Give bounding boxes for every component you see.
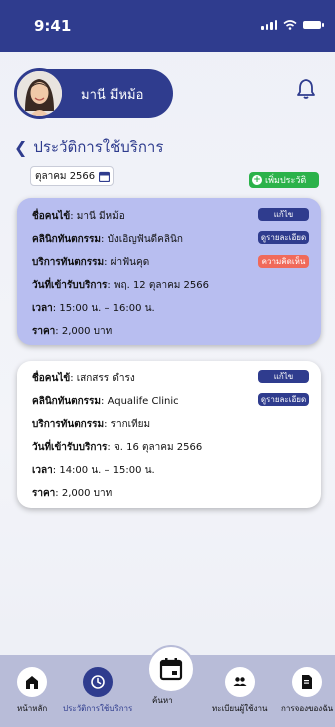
date-row: วันที่เข้ารับบริการ: จ. 16 ตุลาคม 2566 <box>32 442 203 453</box>
home-icon <box>17 667 48 697</box>
nav-home-label: หน้าหลัก <box>17 704 48 713</box>
history-card[interactable]: ชื่อคนไข้: เสกสรร ดำรง คลินิกทันตกรรม: A… <box>17 361 321 508</box>
price-row: ราคา: 2,000 บาท <box>32 488 113 499</box>
calendar-icon <box>99 171 111 182</box>
profile-chip[interactable]: มานี มีหม้อ <box>14 68 173 119</box>
edit-button[interactable]: แก้ไข <box>258 208 309 221</box>
users-icon <box>224 667 255 697</box>
clinic-row: คลินิกทันตกรรม: บังเอิญฟันดีคลินิก <box>32 234 183 245</box>
nav-booking-label: การจองของฉัน <box>281 704 334 713</box>
detail-button[interactable]: ดูรายละเอียด <box>258 393 309 406</box>
month-value: ตุลาคม 2566 <box>35 170 96 182</box>
nav-history[interactable]: ประวัติการใช้บริการ <box>63 667 132 715</box>
patient-row: ชื่อคนไข้: เสกสรร ดำรง <box>32 373 135 384</box>
history-icon <box>82 667 113 697</box>
search-button[interactable] <box>147 645 195 693</box>
signal-icon <box>261 20 277 30</box>
feedback-button[interactable]: ความคิดเห็น <box>258 255 309 268</box>
document-icon <box>292 667 323 697</box>
bottom-nav: หน้าหลัก ประวัติการใช้บริการ ค้นหา ทะเบี… <box>0 645 335 727</box>
profile-name: มานี มีหม้อ <box>81 88 144 103</box>
nav-history-label: ประวัติการใช้บริการ <box>63 704 133 713</box>
time-row: เวลา: 14:00 น. – 15:00 น. <box>32 465 155 476</box>
calendar-icon <box>159 658 183 681</box>
nav-home[interactable]: หน้าหลัก <box>17 667 47 715</box>
time-row: เวลา: 15:00 น. – 16:00 น. <box>32 303 155 314</box>
avatar <box>14 68 65 119</box>
back-row[interactable]: ❮ ประวัติการใช้บริการ <box>14 135 163 159</box>
wifi-icon <box>283 20 297 30</box>
price-row: ราคา: 2,000 บาท <box>32 326 113 337</box>
chevron-left-icon[interactable]: ❮ <box>14 138 27 157</box>
bell-icon[interactable] <box>296 78 316 100</box>
nav-register[interactable]: ทะเบียนผู้ใช้งาน <box>212 667 267 715</box>
plus-icon: + <box>252 175 262 185</box>
history-card[interactable]: ชื่อคนไข้: มานี มีหม้อ คลินิกทันตกรรม: บ… <box>17 198 321 345</box>
service-row: บริการทันตกรรม: ผ่าฟันคุด <box>32 257 150 268</box>
page-title: ประวัติการใช้บริการ <box>33 138 164 156</box>
service-row: บริการทันตกรรม: รากเทียม <box>32 419 151 430</box>
patient-row: ชื่อคนไข้: มานี มีหม้อ <box>32 211 125 222</box>
status-bar: 9:41 <box>0 0 335 52</box>
add-history-label: เพิ่มประวัติ <box>265 176 307 186</box>
status-time: 9:41 <box>34 17 72 35</box>
clinic-row: คลินิกทันตกรรม: Aqualife Clinic <box>32 396 179 407</box>
nav-register-label: ทะเบียนผู้ใช้งาน <box>212 704 268 713</box>
app-screen: 9:41 มานี มีหม้อ ❮ ประวัติการใช้บริการ ต… <box>0 0 335 727</box>
nav-booking[interactable]: การจองของฉัน <box>281 667 333 715</box>
nav-search-label: ค้นหา <box>152 696 173 705</box>
detail-button[interactable]: ดูรายละเอียด <box>258 231 309 244</box>
add-history-button[interactable]: + เพิ่มประวัติ <box>249 172 319 188</box>
month-selector[interactable]: ตุลาคม 2566 <box>30 166 114 186</box>
date-row: วันที่เข้ารับบริการ: พฤ. 12 ตุลาคม 2566 <box>32 280 209 291</box>
status-icons <box>261 20 324 30</box>
battery-icon <box>303 21 324 29</box>
edit-button[interactable]: แก้ไข <box>258 370 309 383</box>
